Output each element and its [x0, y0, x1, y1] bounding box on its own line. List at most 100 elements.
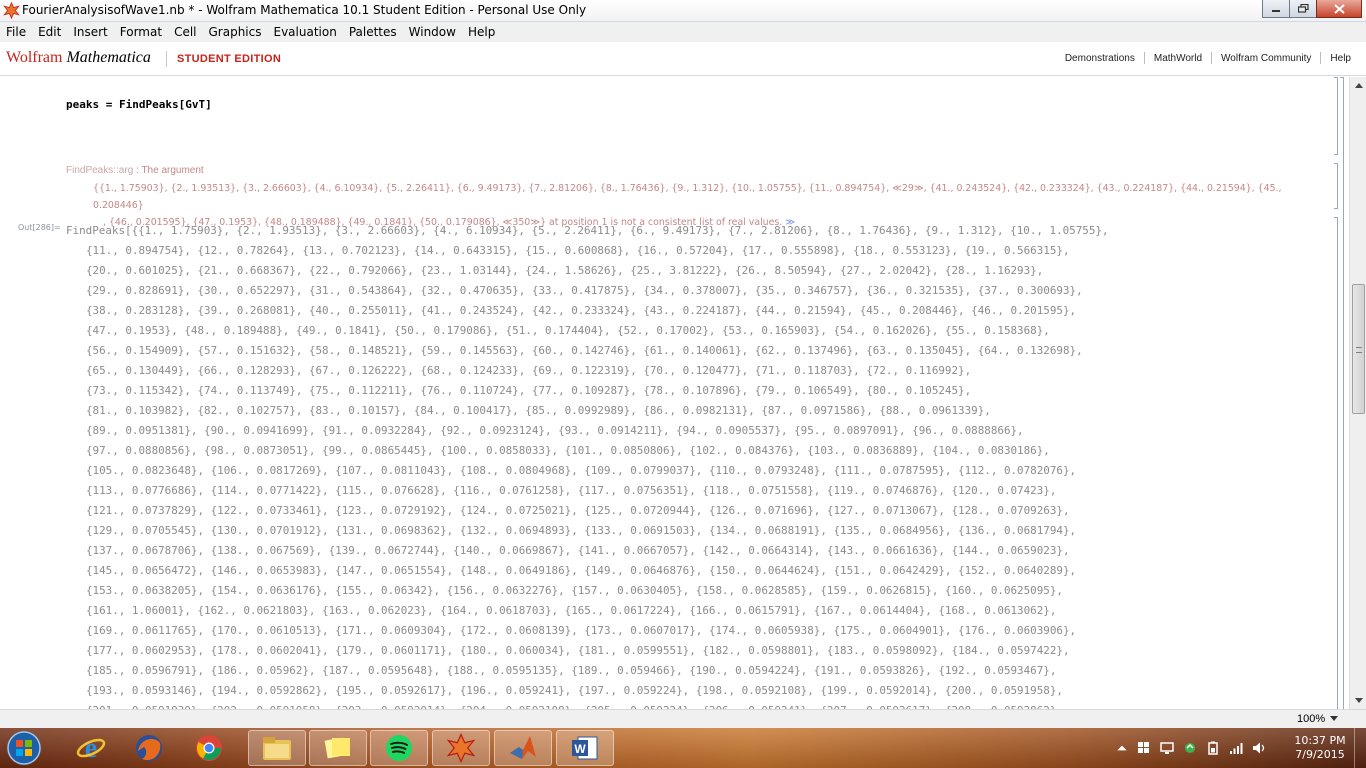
menu-bar: File Edit Insert Format Cell Graphics Ev… — [0, 22, 1366, 42]
minimize-button[interactable] — [1262, 0, 1290, 18]
menu-palettes[interactable]: Palettes — [343, 22, 403, 42]
internet-explorer-icon: e — [76, 733, 106, 763]
start-button[interactable] — [4, 729, 44, 767]
action-center-flag-icon[interactable] — [1137, 741, 1151, 755]
chrome-icon — [196, 735, 222, 761]
menu-evaluation[interactable]: Evaluation — [268, 22, 343, 42]
show-desktop-button[interactable] — [1354, 728, 1366, 768]
group-bracket[interactable] — [1340, 77, 1344, 709]
cell-bracket[interactable] — [1334, 77, 1338, 155]
clock-date: 7/9/2015 — [1295, 748, 1345, 761]
maximize-button[interactable] — [1289, 0, 1317, 18]
scroll-thumb[interactable] — [1352, 284, 1365, 414]
sticky-notes-icon — [324, 737, 350, 759]
message-line-1: {{1., 1.75903}, {2., 1.93513}, {3., 2.66… — [93, 183, 1282, 211]
window-title: FourierAnalysisofWave1.nb * - Wolfram Ma… — [22, 3, 587, 17]
menu-help[interactable]: Help — [462, 22, 501, 42]
output-line: {81., 0.103982}, {82., 0.102757}, {83., … — [86, 404, 991, 417]
sync-icon[interactable] — [1183, 741, 1197, 755]
output-line: {65., 0.130449}, {66., 0.128293}, {67., … — [86, 364, 972, 377]
svg-text:e: e — [85, 733, 97, 763]
mathematica-icon — [446, 733, 476, 763]
zoom-dropdown-icon[interactable] — [1330, 716, 1338, 721]
taskbar-internet-explorer[interactable]: e — [62, 730, 120, 766]
input-cell[interactable]: peaks = FindPeaks[GvT] — [66, 98, 212, 111]
brand-wolfram-text: Wolfram — [6, 49, 63, 66]
message-name[interactable]: FindPeaks::arg — [66, 165, 133, 176]
firefox-icon — [136, 735, 162, 761]
message-head-text: The argument — [141, 165, 204, 176]
taskbar: e W 10:37 PM 7/9/2015 — [0, 728, 1366, 768]
notebook-area[interactable]: peaks = FindPeaks[GvT] FindPeaks::arg : … — [0, 77, 1349, 709]
output-line: {177., 0.0602953}, {178., 0.0602041}, {1… — [86, 644, 1070, 657]
output-line: {105., 0.0823648}, {106., 0.0817269}, {1… — [86, 464, 1077, 477]
menu-cell[interactable]: Cell — [168, 22, 202, 42]
output-line: {193., 0.0593146}, {194., 0.0592862}, {1… — [86, 684, 1063, 697]
menu-edit[interactable]: Edit — [32, 22, 67, 42]
zoom-level[interactable]: 100% — [1297, 713, 1325, 725]
output-cell[interactable]: FindPeaks[{{1., 1.75903}, {2., 1.93513},… — [66, 221, 1306, 709]
taskbar-firefox[interactable] — [120, 730, 178, 766]
taskbar-file-explorer[interactable] — [248, 730, 306, 766]
taskbar-clock[interactable]: 10:37 PM 7/9/2015 — [1289, 734, 1351, 762]
output-line: {38., 0.283128}, {39., 0.268081}, {40., … — [86, 304, 1077, 317]
output-line: {129., 0.0705545}, {130., 0.0701912}, {1… — [86, 524, 1077, 537]
cell-bracket[interactable] — [1334, 217, 1338, 709]
menu-file[interactable]: File — [0, 22, 32, 42]
taskbar-chrome[interactable] — [180, 730, 238, 766]
link-help[interactable]: Help — [1321, 53, 1360, 64]
link-demonstrations[interactable]: Demonstrations — [1056, 53, 1144, 64]
link-wolfram-community[interactable]: Wolfram Community — [1212, 53, 1320, 64]
volume-icon[interactable] — [1252, 741, 1266, 755]
scroll-up-button[interactable] — [1350, 77, 1366, 94]
wolfram-mathematica-logo: Wolfram Mathematica — [6, 49, 151, 67]
menu-window[interactable]: Window — [403, 22, 462, 42]
output-line: {153., 0.0638205}, {154., 0.0636176}, {1… — [86, 584, 1063, 597]
word-icon: W — [572, 736, 598, 760]
menu-format[interactable]: Format — [114, 22, 168, 42]
output-line: {121., 0.0737829}, {122., 0.0733461}, {1… — [86, 504, 1070, 517]
link-mathworld[interactable]: MathWorld — [1145, 53, 1211, 64]
display-icon[interactable] — [1160, 741, 1174, 755]
output-line: {89., 0.0951381}, {90., 0.0941699}, {91.… — [86, 424, 1024, 437]
student-edition-label: STUDENT EDITION — [177, 53, 282, 65]
window-controls — [1262, 0, 1362, 19]
menu-insert[interactable]: Insert — [67, 22, 113, 42]
taskbar-matlab[interactable] — [494, 730, 552, 766]
output-line: {145., 0.0656472}, {146., 0.0653983}, {1… — [86, 564, 1077, 577]
output-line: {113., 0.0776686}, {114., 0.0771422}, {1… — [86, 484, 1057, 497]
show-hidden-icons-icon[interactable] — [1115, 741, 1129, 755]
restore-icon — [1297, 4, 1309, 13]
minimize-icon — [1272, 9, 1280, 12]
output-line: {185., 0.0596791}, {186., 0.05962}, {187… — [86, 664, 1057, 677]
brand-mathematica-text: Mathematica — [66, 49, 151, 66]
output-line: {73., 0.115342}, {74., 0.113749}, {75., … — [86, 384, 972, 397]
close-icon — [1333, 3, 1345, 14]
message-header: FindPeaks::arg : The argument — [66, 165, 204, 176]
cell-bracket[interactable] — [1334, 163, 1338, 209]
taskbar-sticky-notes[interactable] — [309, 730, 367, 766]
clock-time: 10:37 PM — [1294, 734, 1346, 747]
brand-divider — [166, 51, 167, 67]
network-signal-icon[interactable] — [1229, 741, 1243, 755]
output-line: {169., 0.0611765}, {170., 0.0610513}, {1… — [86, 624, 1077, 637]
matlab-icon — [510, 736, 536, 759]
vertical-scrollbar[interactable] — [1349, 77, 1366, 709]
menu-graphics[interactable]: Graphics — [203, 22, 268, 42]
close-button[interactable] — [1316, 0, 1362, 18]
output-line: {201., 0.0591939}, {202., 0.0591958}, {2… — [66, 701, 1306, 709]
title-bar: FourierAnalysisofWave1.nb * - Wolfram Ma… — [0, 0, 1366, 22]
svg-text:W: W — [574, 742, 586, 756]
folder-icon — [263, 737, 291, 760]
output-line: {97., 0.0880856}, {98., 0.0873051}, {99.… — [86, 444, 1050, 457]
taskbar-word[interactable]: W — [556, 730, 614, 766]
battery-icon[interactable] — [1206, 741, 1220, 755]
scroll-up-icon — [1354, 83, 1363, 88]
scroll-down-icon — [1354, 698, 1363, 703]
output-line: {11., 0.894754}, {12., 0.78264}, {13., 0… — [86, 244, 1070, 257]
scroll-down-button[interactable] — [1350, 692, 1366, 709]
mathematica-app-icon[interactable] — [3, 2, 20, 19]
taskbar-mathematica[interactable] — [432, 730, 490, 766]
output-line: {20., 0.601025}, {21., 0.668367}, {22., … — [86, 264, 1044, 277]
taskbar-spotify[interactable] — [370, 730, 428, 766]
